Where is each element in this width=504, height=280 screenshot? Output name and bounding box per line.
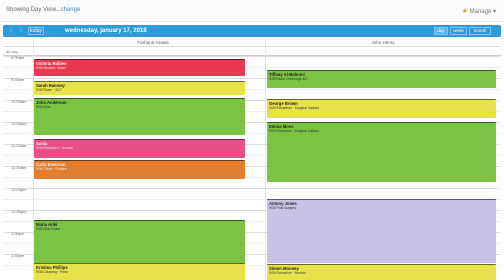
time-slot[interactable]: 12:00pm	[3, 187, 501, 199]
view-prefix: Showing Day View...	[6, 7, 61, 13]
resource-header: Farhana Asawa John Henry	[3, 39, 501, 47]
appointment-details: 9/30 Exam Cleanings-4/C	[269, 77, 308, 81]
appointment-event[interactable]: George Brown 9/30 Extraction · Surgical I…	[267, 99, 496, 118]
appointment-details: 9/30 Reason: Notes	[36, 66, 66, 70]
day-view-button[interactable]: day	[434, 27, 448, 35]
appointment-details: 9/30 Extraction · Normal	[36, 146, 73, 150]
time-label: 10:30am	[11, 121, 27, 126]
appointment-details: 9/30 New	[36, 105, 51, 109]
appointment-details: 9/30 Post Surgery	[269, 206, 297, 210]
appointment-event[interactable]: Maria Ariki 9/30 New Exam	[34, 220, 245, 268]
calendar-toolbar: ‹ › today wednesday, january 17, 2018 da…	[3, 25, 501, 37]
appointment-event[interactable]: Antony Jones 9/30 Post Surgery	[267, 199, 496, 263]
star-icon: ★	[461, 8, 468, 15]
appointment-details: 9/30 Extraction · Surgical Implant	[269, 129, 319, 133]
manage-menu-button[interactable]: ★ Manage ▾	[462, 7, 496, 15]
appointment-details: 9/30 Cleaning · Perio	[36, 270, 68, 274]
change-view-link[interactable]: change	[61, 7, 81, 13]
top-bar: Showing Day View...change ★ Manage ▾	[0, 0, 504, 22]
appointment-event[interactable]: Kristina Phillips 9/30 Cleaning · Perio	[34, 263, 245, 280]
appointment-details: 9/30 Exam · 4/17	[36, 88, 62, 92]
week-view-button[interactable]: week	[450, 27, 467, 35]
time-label: 12:30pm	[11, 209, 27, 214]
time-label: 9:30am	[11, 77, 25, 82]
current-date-title: wednesday, january 17, 2018	[65, 28, 147, 34]
month-view-button[interactable]: month	[469, 27, 491, 35]
appointment-details: 9/30 New Exam	[36, 227, 60, 231]
time-label: 1:30pm	[11, 253, 25, 258]
appointment-event[interactable]: John Anderson 9/30 New	[34, 98, 245, 135]
time-label: 1:00pm	[11, 231, 25, 236]
manage-label: Manage ▾	[469, 9, 496, 15]
appointment-details: 9/30 Extraction · Normal	[269, 271, 306, 275]
all-day-label: all-day	[6, 49, 18, 54]
time-label: 11:00am	[11, 143, 27, 148]
next-day-button[interactable]: ›	[17, 27, 25, 35]
appointment-event[interactable]: Emma Moss 9/30 Extraction · Surgical Impl…	[267, 122, 496, 182]
time-label: 9:00am	[11, 55, 25, 60]
appointment-event[interactable]: Sonia 9/30 Extraction · Normal	[34, 139, 245, 158]
appointment-details: 9/30 Clean · Routine	[36, 167, 68, 171]
appointment-details: 9/30 Extraction · Surgical Implant	[269, 106, 319, 110]
appointment-event[interactable]: Simon Mooney 9/30 Extraction · Normal	[267, 264, 496, 280]
time-label: 11:30am	[11, 165, 27, 170]
time-label: 10:00am	[11, 99, 27, 104]
all-day-row[interactable]: all-day	[3, 47, 501, 56]
view-indicator: Showing Day View...change	[6, 7, 80, 13]
prev-day-button[interactable]: ‹	[7, 27, 15, 35]
appointment-event[interactable]: Carla Emerson 9/30 Clean · Routine	[34, 160, 245, 179]
today-button[interactable]: today	[28, 27, 44, 35]
time-grid[interactable]: 9:00am 9:30am 10:00am 10:30am 11:00am 11:30am…	[3, 55, 501, 280]
column-header-right: John Henry	[371, 40, 395, 45]
appointment-event[interactable]: Sarah Ramsey 9/30 Exam · 4/17	[34, 81, 245, 95]
appointment-event[interactable]: Tiffany Al-Bahrani 9/30 Exam Cleanings-4/…	[267, 70, 496, 88]
appointment-event[interactable]: Victoria Robles 9/30 Reason: Notes	[34, 59, 245, 76]
time-label: 12:00pm	[11, 187, 27, 192]
column-header-left: Farhana Asawa	[137, 40, 169, 45]
